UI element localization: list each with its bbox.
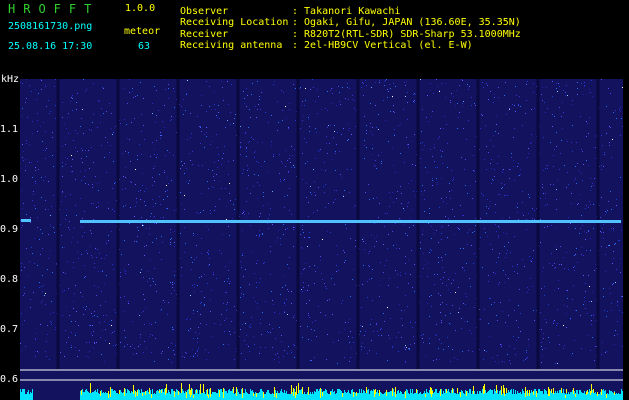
y-tick-0-8: 0.8	[0, 274, 19, 285]
info-value-receiver: : R820T2(RTL-SDR) SDR-Sharp 53.1000MHz	[292, 29, 521, 40]
info-key-receiver: Receiver	[180, 29, 229, 40]
meteor-count: 63	[138, 41, 151, 52]
info-key-antenna: Receiving antenna	[180, 40, 283, 51]
info-key-observer: Observer	[180, 6, 229, 17]
signal-carrier	[80, 220, 621, 223]
signal-carrier-left	[21, 219, 31, 222]
header-version: 1.0.0	[125, 3, 156, 14]
info-value-location: : Ogaki, Gifu, JAPAN (136.60E, 35.35N)	[292, 17, 521, 28]
meteor-label: meteor	[124, 26, 161, 37]
info-value-observer: : Takanori Kawachi	[292, 6, 401, 17]
y-tick-1-1: 1.1	[0, 124, 19, 135]
info-key-location: Receiving Location	[180, 17, 289, 28]
y-tick-0-9: 0.9	[0, 224, 19, 235]
y-axis-unit: kHz	[1, 74, 20, 85]
spectrogram-canvas	[20, 79, 623, 400]
header-filename: 2508161730.png	[8, 21, 93, 32]
y-tick-1-0: 1.0	[0, 174, 19, 185]
info-value-antenna: : 2el-HB9CV Vertical (el. E-W)	[292, 40, 473, 51]
y-tick-0-6: 0.6	[0, 374, 19, 385]
spectrogram-plot[interactable]	[20, 79, 623, 400]
header-datetime: 25.08.16 17:30	[8, 41, 93, 52]
y-tick-0-7: 0.7	[0, 324, 19, 335]
header-title: HROFFT	[8, 2, 100, 16]
grid-layer	[56, 79, 600, 369]
signal-level-bars	[20, 383, 623, 400]
